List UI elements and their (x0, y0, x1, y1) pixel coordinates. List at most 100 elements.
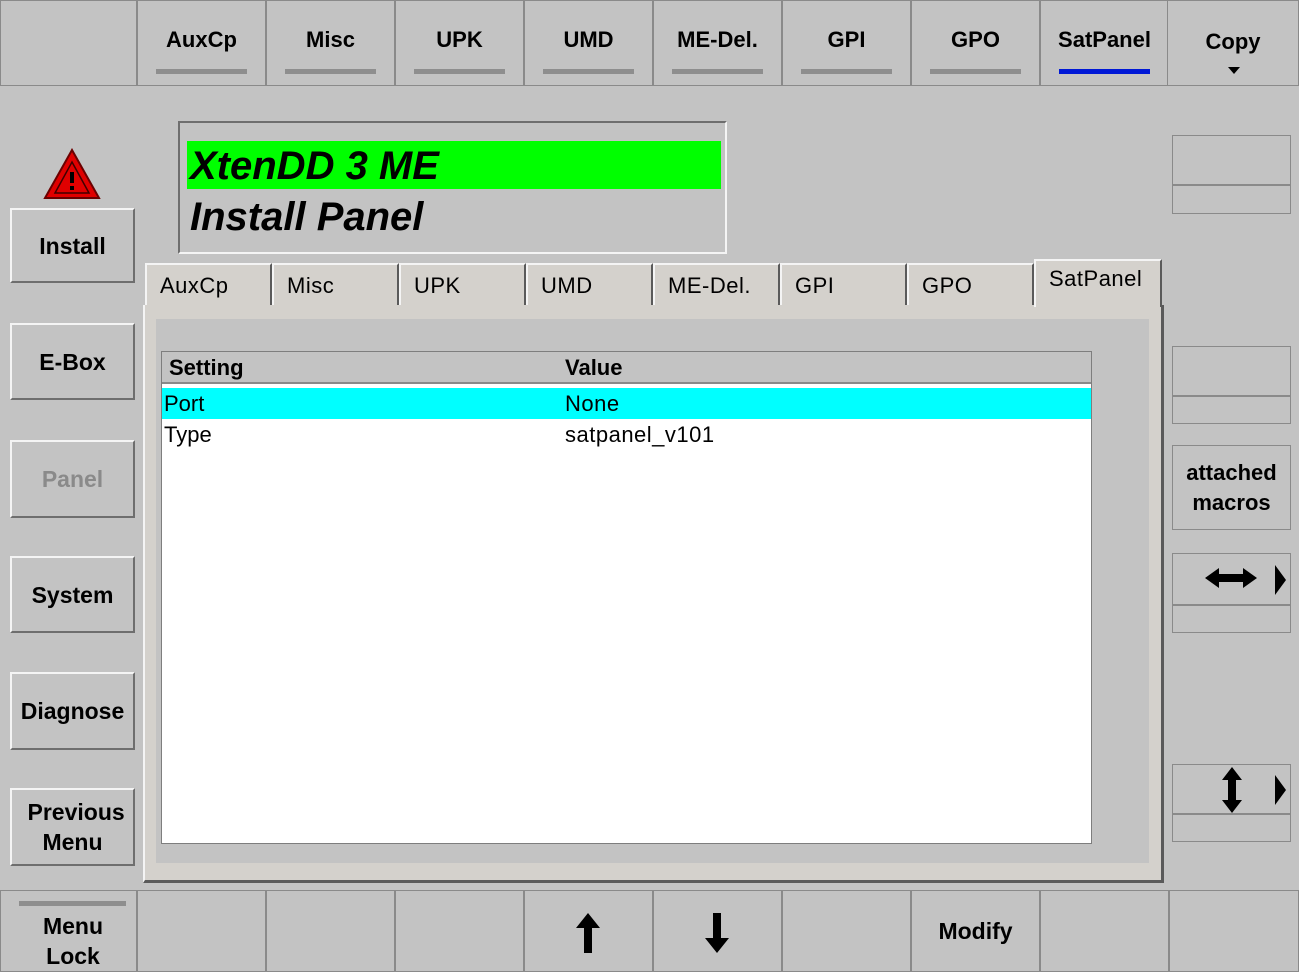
arrow-down-icon (705, 913, 729, 953)
header-box: XtenDD 3 ME Install Panel (178, 121, 727, 254)
previous-menu-label: Previous Menu (27, 799, 125, 855)
menu-lock-bar (19, 901, 126, 906)
system-label: System (31, 581, 114, 608)
top-corner-cell (0, 0, 137, 86)
table-row[interactable]: Port None (162, 388, 1091, 419)
previous-menu-button[interactable]: Previous Menu (10, 788, 135, 866)
warning-triangle-icon (43, 148, 101, 199)
top-tab-gpo[interactable]: GPO (911, 0, 1040, 86)
arrow-up-icon (576, 913, 600, 953)
value-cell: satpanel_v101 (565, 422, 715, 447)
tab-label: GPI (795, 273, 835, 298)
tab-auxcp[interactable]: AuxCp (145, 263, 272, 307)
tab-label: SatPanel (1049, 266, 1143, 291)
right-empty-button-1[interactable] (1172, 135, 1291, 185)
bottom-empty-button-5[interactable] (1040, 890, 1169, 972)
bottom-empty-button-4[interactable] (782, 890, 911, 972)
panel-button[interactable]: Panel (10, 440, 135, 518)
e-box-label: E-Box (39, 348, 106, 375)
bottom-empty-button-1[interactable] (137, 890, 266, 972)
triangle-right-icon (1275, 565, 1286, 595)
active-indicator (1059, 69, 1150, 74)
top-tab-label: SatPanel (1058, 27, 1151, 52)
value-cell: None (565, 391, 620, 416)
tab-upk[interactable]: UPK (399, 263, 526, 307)
tab-me-del[interactable]: ME-Del. (653, 263, 780, 307)
tab-label: ME-Del. (668, 273, 751, 298)
table-row[interactable]: Type satpanel_v101 (162, 419, 1091, 450)
page-subtitle: Install Panel (190, 195, 424, 239)
top-tab-me-del[interactable]: ME-Del. (653, 0, 782, 86)
tab-indicator (543, 69, 634, 74)
move-up-button[interactable] (524, 890, 653, 972)
top-tab-label: UMD (563, 27, 614, 52)
modify-label: Modify (938, 917, 1013, 944)
tab-satpanel[interactable]: SatPanel (1034, 259, 1162, 307)
triangle-right-icon (1275, 775, 1286, 805)
vertical-scroll-button[interactable] (1172, 764, 1291, 814)
tab-indicator (930, 69, 1021, 74)
horizontal-scroll-sub (1172, 605, 1291, 633)
settings-table[interactable]: Setting Value Port None Type satpanel_v101 (161, 351, 1092, 844)
top-tab-misc[interactable]: Misc (266, 0, 395, 86)
diagnose-label: Diagnose (20, 698, 125, 724)
tab-indicator (285, 69, 376, 74)
panel-label: Panel (41, 466, 104, 492)
dropdown-arrow-icon (1228, 67, 1240, 74)
move-down-button[interactable] (653, 890, 782, 972)
copy-label: Copy (1205, 29, 1261, 54)
bottom-empty-button-6[interactable] (1169, 890, 1299, 972)
right-empty-sub-1 (1172, 185, 1291, 214)
menu-lock-button[interactable]: Menu Lock (0, 890, 137, 972)
bottom-empty-button-2[interactable] (266, 890, 395, 972)
tab-indicator (414, 69, 505, 74)
column-header-setting[interactable]: Setting (169, 355, 244, 381)
top-tab-label: GPI (827, 27, 866, 52)
tab-gpi[interactable]: GPI (780, 263, 907, 307)
tab-label: UMD (541, 273, 593, 298)
install-button[interactable]: Install (10, 208, 135, 283)
top-tab-upk[interactable]: UPK (395, 0, 524, 86)
tab-indicator (801, 69, 892, 74)
top-tab-label: Misc (306, 27, 355, 52)
table-container: Setting Value Port None Type satpanel_v101 (156, 319, 1149, 863)
top-tab-label: UPK (436, 27, 483, 52)
top-tab-auxcp[interactable]: AuxCp (137, 0, 266, 86)
tab-indicator (672, 69, 763, 74)
tab-umd[interactable]: UMD (526, 263, 653, 307)
setting-cell: Type (164, 422, 212, 447)
attached-macros-button[interactable]: attached macros (1172, 445, 1291, 530)
table-header: Setting Value (162, 352, 1091, 384)
tab-label: AuxCp (160, 273, 229, 298)
tab-content-panel: Setting Value Port None Type satpanel_v101 (143, 305, 1164, 883)
diagnose-button[interactable]: Diagnose (10, 672, 135, 750)
modify-button[interactable]: Modify (911, 890, 1040, 972)
copy-button[interactable]: Copy (1167, 0, 1299, 86)
page-title: XtenDD 3 ME (190, 144, 439, 188)
menu-lock-label: Menu Lock (42, 913, 104, 969)
tab-label: GPO (922, 273, 973, 298)
tab-misc[interactable]: Misc (272, 263, 399, 307)
vertical-scroll-sub (1172, 814, 1291, 842)
tab-label: Misc (287, 273, 335, 298)
tab-label: UPK (414, 273, 461, 298)
top-tab-label: ME-Del. (677, 27, 758, 52)
top-tab-label: AuxCp (166, 27, 237, 52)
right-empty-sub-2 (1172, 396, 1291, 424)
up-down-arrow-icon (1222, 767, 1242, 813)
system-button[interactable]: System (10, 556, 135, 633)
e-box-button[interactable]: E-Box (10, 323, 135, 400)
top-tab-label: GPO (951, 27, 1000, 52)
top-tab-gpi[interactable]: GPI (782, 0, 911, 86)
install-label: Install (39, 232, 106, 259)
tab-gpo[interactable]: GPO (907, 263, 1034, 307)
top-tab-umd[interactable]: UMD (524, 0, 653, 86)
attached-macros-label: attached macros (1186, 459, 1277, 515)
right-empty-button-2[interactable] (1172, 346, 1291, 396)
setting-cell: Port (164, 391, 205, 416)
bottom-empty-button-3[interactable] (395, 890, 524, 972)
horizontal-scroll-button[interactable] (1172, 553, 1291, 605)
top-tab-satpanel[interactable]: SatPanel (1040, 0, 1169, 86)
left-right-arrow-icon (1205, 568, 1257, 588)
column-header-value[interactable]: Value (565, 355, 622, 381)
